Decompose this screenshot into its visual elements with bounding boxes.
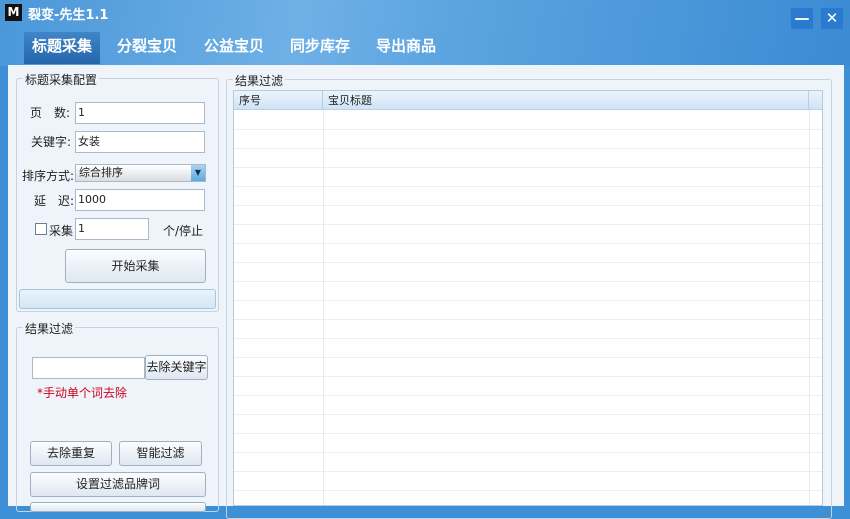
collect-suffix: 个/停止 xyxy=(163,224,204,238)
column-divider xyxy=(809,110,810,505)
filter-keyword-input[interactable] xyxy=(32,357,145,379)
tab-export-goods[interactable]: 导出商品 xyxy=(376,32,436,64)
window-title: 裂变-先生1.1 xyxy=(28,8,109,23)
start-collect-button[interactable]: 开始采集 xyxy=(65,249,206,283)
group-label: 标题采集配置 xyxy=(23,71,100,88)
collect-checkbox[interactable] xyxy=(35,223,47,235)
column-header-index[interactable]: 序号 xyxy=(234,91,323,110)
group-label: 结果过滤 xyxy=(233,72,286,89)
more-button[interactable] xyxy=(30,502,206,512)
smart-filter-button[interactable]: 智能过滤 xyxy=(119,441,202,466)
delay-input[interactable]: 1000 xyxy=(75,189,205,211)
tab-title-collect[interactable]: 标题采集 xyxy=(24,32,101,64)
brand-filter-button[interactable]: 设置过滤品牌词 xyxy=(30,472,206,497)
column-divider xyxy=(323,110,324,505)
pages-label: 页 数: xyxy=(30,106,71,120)
sort-value: 综合排序 xyxy=(79,166,123,179)
keyword-label: 关键字: xyxy=(31,135,72,149)
hint-text: *手动单个词去除 xyxy=(37,386,128,400)
tab-charity-item[interactable]: 公益宝贝 xyxy=(204,32,264,64)
keyword-input[interactable]: 女装 xyxy=(75,131,205,153)
progress-bar xyxy=(19,289,216,309)
group-label: 结果过滤 xyxy=(23,320,76,337)
remove-keyword-button[interactable]: 去除关键字 xyxy=(145,355,208,380)
app-logo-icon: M xyxy=(5,4,22,21)
tab-sync-stock[interactable]: 同步库存 xyxy=(290,32,350,64)
dedupe-button[interactable]: 去除重复 xyxy=(30,441,112,466)
delay-label: 延 迟: xyxy=(34,194,75,208)
chevron-down-icon[interactable]: ▼ xyxy=(191,165,205,181)
minimize-button[interactable]: — xyxy=(791,8,813,29)
close-button[interactable]: ✕ xyxy=(821,8,843,29)
table-header: 序号 宝贝标题 xyxy=(234,91,822,110)
column-header-title[interactable]: 宝贝标题 xyxy=(323,91,809,110)
pages-input[interactable]: 1 xyxy=(75,102,205,124)
sort-label: 排序方式: xyxy=(22,169,75,183)
tab-split-item[interactable]: 分裂宝贝 xyxy=(117,32,177,64)
sort-select[interactable]: 综合排序 ▼ xyxy=(75,164,206,182)
title-bar: M 裂变-先生1.1 — ✕ 标题采集 分裂宝贝 公益宝贝 同步库存 导出商品 xyxy=(0,0,850,66)
collect-count-input[interactable]: 1 xyxy=(75,218,149,240)
collect-label: 采集 xyxy=(49,224,74,238)
results-table[interactable]: 序号 宝贝标题 xyxy=(233,90,823,506)
